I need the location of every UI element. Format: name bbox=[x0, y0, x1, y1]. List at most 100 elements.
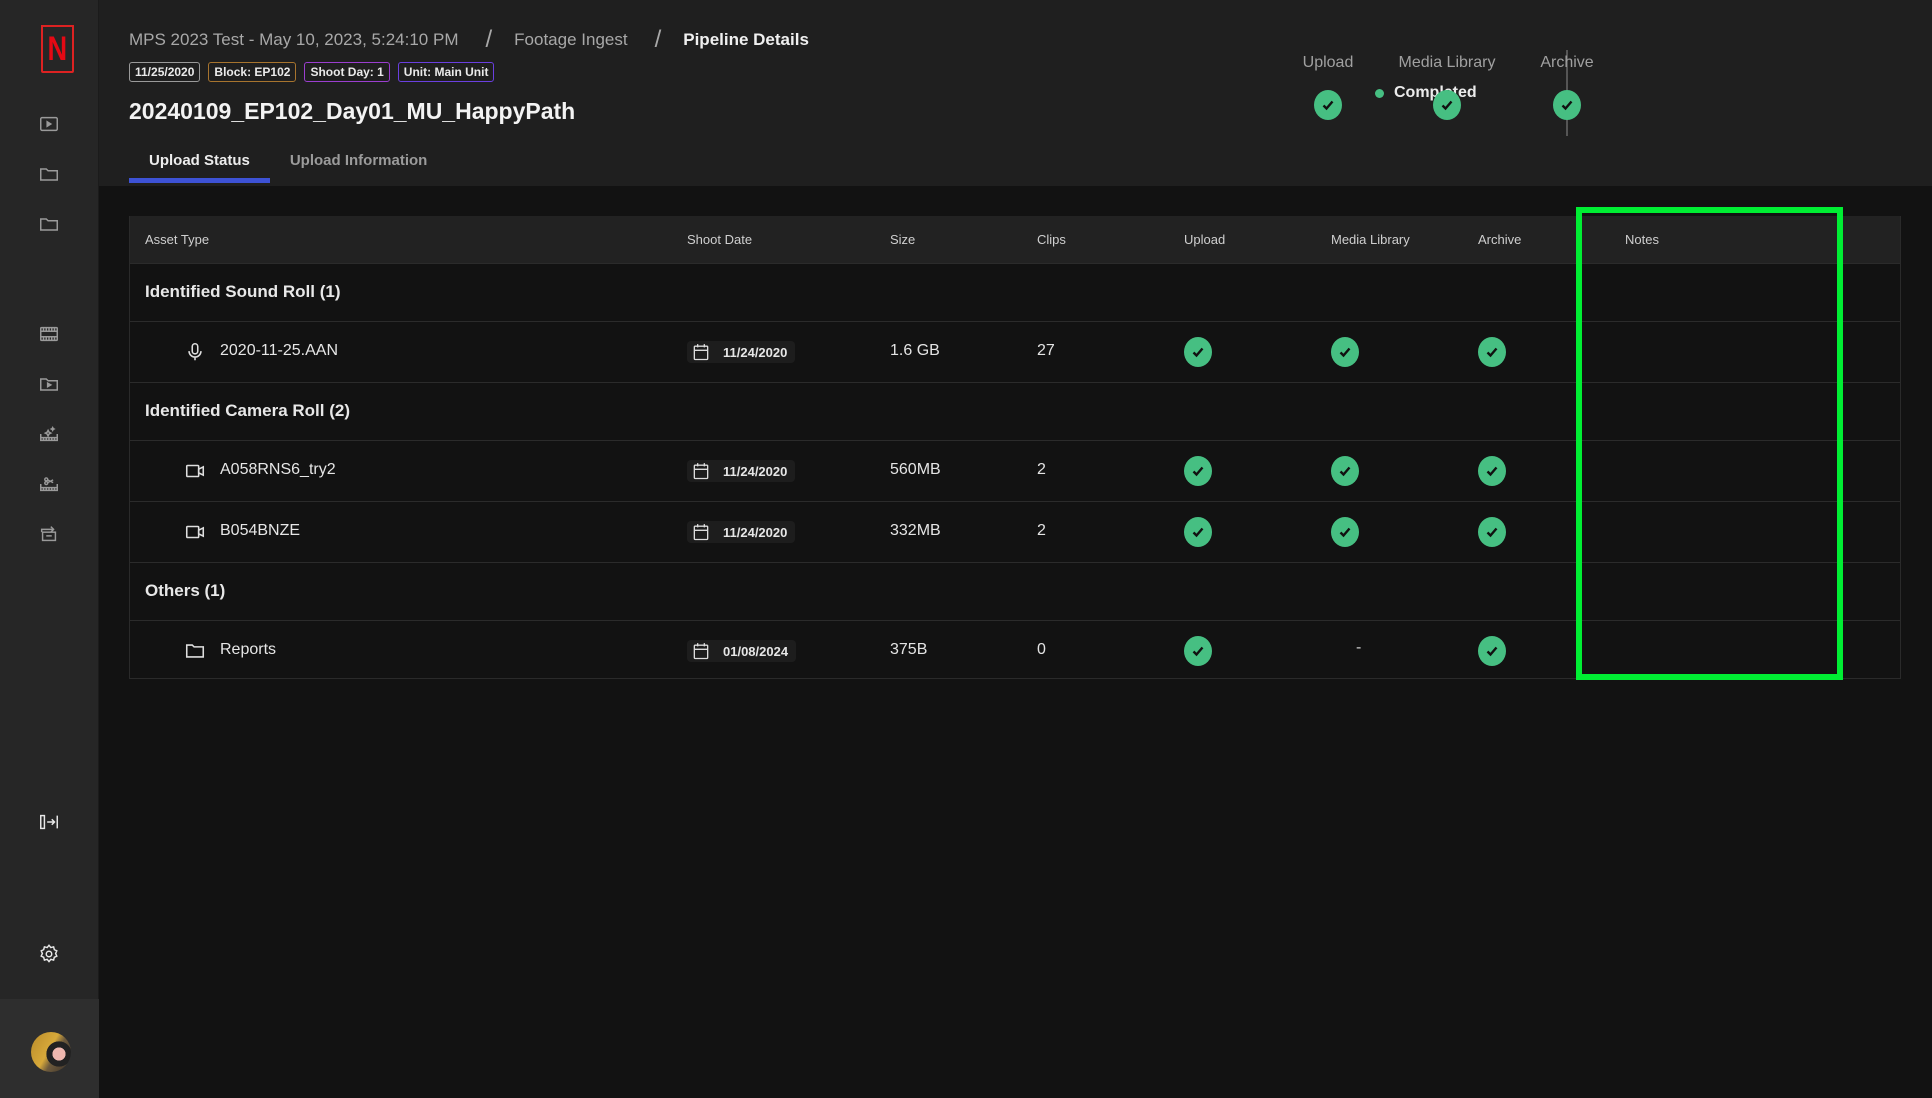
check-circle-icon bbox=[1331, 337, 1359, 367]
check-circle-icon bbox=[1478, 337, 1506, 367]
check-circle-icon bbox=[1184, 337, 1212, 367]
tag-list: 11/25/2020 Block: EP102 Shoot Day: 1 Uni… bbox=[129, 62, 495, 82]
video-camera-icon bbox=[184, 521, 206, 543]
shoot-date-value: 11/24/2020 bbox=[723, 344, 788, 360]
breadcrumb-project[interactable]: MPS 2023 Test - May 10, 2023, 5:24:10 PM bbox=[129, 30, 458, 50]
microphone-icon bbox=[184, 341, 206, 363]
tag-shoot-day: Shoot Day: 1 bbox=[304, 62, 390, 82]
upload-status-table: Asset Type Shoot Date Size Clips Upload … bbox=[129, 216, 1901, 679]
folder-icon bbox=[40, 218, 58, 231]
archive-export-icon bbox=[40, 526, 57, 542]
column-shoot-date[interactable]: Shoot Date bbox=[687, 232, 752, 247]
shoot-date-value: 11/24/2020 bbox=[723, 463, 788, 479]
sidebar-item-folder-2[interactable] bbox=[38, 213, 60, 235]
column-notes[interactable]: Notes bbox=[1625, 232, 1659, 247]
group-row: Identified Camera Roll (2) bbox=[130, 382, 1900, 440]
calendar-icon bbox=[693, 524, 709, 541]
group-row: Identified Sound Roll (1) bbox=[130, 263, 1900, 321]
settings-button[interactable] bbox=[38, 943, 60, 965]
expand-sidebar-button[interactable] bbox=[38, 811, 60, 833]
check-circle-icon bbox=[1184, 517, 1212, 547]
clips-value: 0 bbox=[1037, 641, 1046, 658]
shoot-date: 11/24/2020 bbox=[687, 460, 796, 482]
stage-label: Media Library bbox=[1398, 54, 1496, 71]
filmstrip-icon bbox=[40, 326, 58, 342]
check-circle-icon bbox=[1184, 456, 1212, 486]
stage-upload: Upload bbox=[1268, 54, 1388, 120]
clips-value: 27 bbox=[1037, 342, 1055, 359]
folder-icon bbox=[40, 168, 58, 181]
stage-media-library: Media Library bbox=[1387, 54, 1507, 120]
check-circle-icon bbox=[1433, 90, 1461, 120]
video-camera-icon bbox=[184, 460, 206, 482]
check-circle-icon bbox=[1478, 636, 1506, 666]
calendar-icon bbox=[693, 643, 709, 660]
shoot-date: 11/24/2020 bbox=[687, 341, 796, 363]
expand-sidebar-icon bbox=[40, 814, 58, 830]
column-size[interactable]: Size bbox=[890, 232, 915, 247]
clips-value: 2 bbox=[1037, 522, 1046, 539]
scissors-clapper-icon bbox=[40, 477, 58, 492]
column-media-library[interactable]: Media Library bbox=[1331, 232, 1410, 247]
stage-archive: Archive bbox=[1507, 54, 1627, 120]
breadcrumb-footage-ingest[interactable]: Footage Ingest bbox=[514, 30, 627, 50]
table-row[interactable]: B054BNZE 11/24/2020 332MB 2 bbox=[130, 501, 1900, 562]
column-archive[interactable]: Archive bbox=[1478, 232, 1521, 247]
size-value: 1.6 GB bbox=[890, 342, 940, 359]
calendar-icon bbox=[693, 463, 709, 480]
sidebar-item-edit[interactable] bbox=[38, 473, 60, 495]
sidebar-item-archive-export[interactable] bbox=[38, 523, 60, 545]
size-value: 560MB bbox=[890, 461, 941, 478]
sidebar-item-media-folder[interactable] bbox=[38, 373, 60, 395]
breadcrumb-separator: / bbox=[654, 26, 662, 53]
tab-bar: Upload Status Upload Information bbox=[129, 150, 447, 183]
gear-icon bbox=[40, 944, 58, 963]
stage-label: Archive bbox=[1540, 54, 1594, 71]
sidebar: N bbox=[0, 0, 99, 1098]
group-label: Others (1) bbox=[145, 581, 226, 600]
netflix-logo[interactable]: N bbox=[41, 25, 74, 73]
sidebar-item-filmstrip[interactable] bbox=[38, 323, 60, 345]
tag-unit: Unit: Main Unit bbox=[397, 62, 495, 82]
column-clips[interactable]: Clips bbox=[1037, 232, 1066, 247]
table-row[interactable]: Reports 01/08/2024 375B 0 - bbox=[130, 620, 1900, 681]
check-circle-icon bbox=[1553, 90, 1581, 120]
column-upload[interactable]: Upload bbox=[1184, 232, 1225, 247]
check-circle-icon bbox=[1184, 636, 1212, 666]
breadcrumb: MPS 2023 Test - May 10, 2023, 5:24:10 PM… bbox=[129, 26, 809, 54]
tag-block: Block: EP102 bbox=[208, 62, 297, 82]
media-library-status: - bbox=[1356, 639, 1362, 656]
sidebar-item-media[interactable] bbox=[38, 113, 60, 135]
sidebar-item-folder-1[interactable] bbox=[38, 163, 60, 185]
shoot-date: 01/08/2024 bbox=[687, 640, 797, 662]
breadcrumb-pipeline-details: Pipeline Details bbox=[683, 30, 809, 49]
folder-icon bbox=[184, 640, 206, 662]
sidebar-item-effects[interactable] bbox=[38, 423, 60, 445]
tag-date: 11/25/2020 bbox=[129, 62, 201, 82]
breadcrumb-separator: / bbox=[485, 26, 493, 53]
shoot-date-value: 01/08/2024 bbox=[723, 643, 789, 659]
check-circle-icon bbox=[1478, 456, 1506, 486]
check-circle-icon bbox=[1331, 517, 1359, 547]
column-asset-type[interactable]: Asset Type bbox=[145, 232, 209, 247]
user-avatar[interactable] bbox=[31, 1032, 71, 1072]
tab-upload-information[interactable]: Upload Information bbox=[270, 150, 448, 183]
group-label: Identified Camera Roll (2) bbox=[145, 401, 350, 420]
check-circle-icon bbox=[1478, 517, 1506, 547]
size-value: 332MB bbox=[890, 522, 941, 539]
asset-name: 2020-11-25.AAN bbox=[220, 342, 338, 359]
table-row[interactable]: A058RNS6_try2 11/24/2020 560MB 2 bbox=[130, 440, 1900, 501]
shoot-date-value: 11/24/2020 bbox=[723, 524, 788, 540]
shoot-date: 11/24/2020 bbox=[687, 521, 796, 543]
group-label: Identified Sound Roll (1) bbox=[145, 282, 341, 301]
play-box-icon bbox=[40, 116, 58, 132]
table-header: Asset Type Shoot Date Size Clips Upload … bbox=[130, 216, 1900, 263]
asset-name: A058RNS6_try2 bbox=[220, 461, 336, 478]
table-row[interactable]: 2020-11-25.AAN 11/24/2020 1.6 GB 27 bbox=[130, 321, 1900, 382]
tab-upload-status[interactable]: Upload Status bbox=[129, 150, 270, 183]
sparkle-clapper-icon bbox=[40, 425, 58, 442]
asset-name: B054BNZE bbox=[220, 522, 301, 539]
calendar-icon bbox=[693, 344, 709, 361]
size-value: 375B bbox=[890, 641, 928, 658]
play-folder-icon bbox=[40, 378, 58, 391]
